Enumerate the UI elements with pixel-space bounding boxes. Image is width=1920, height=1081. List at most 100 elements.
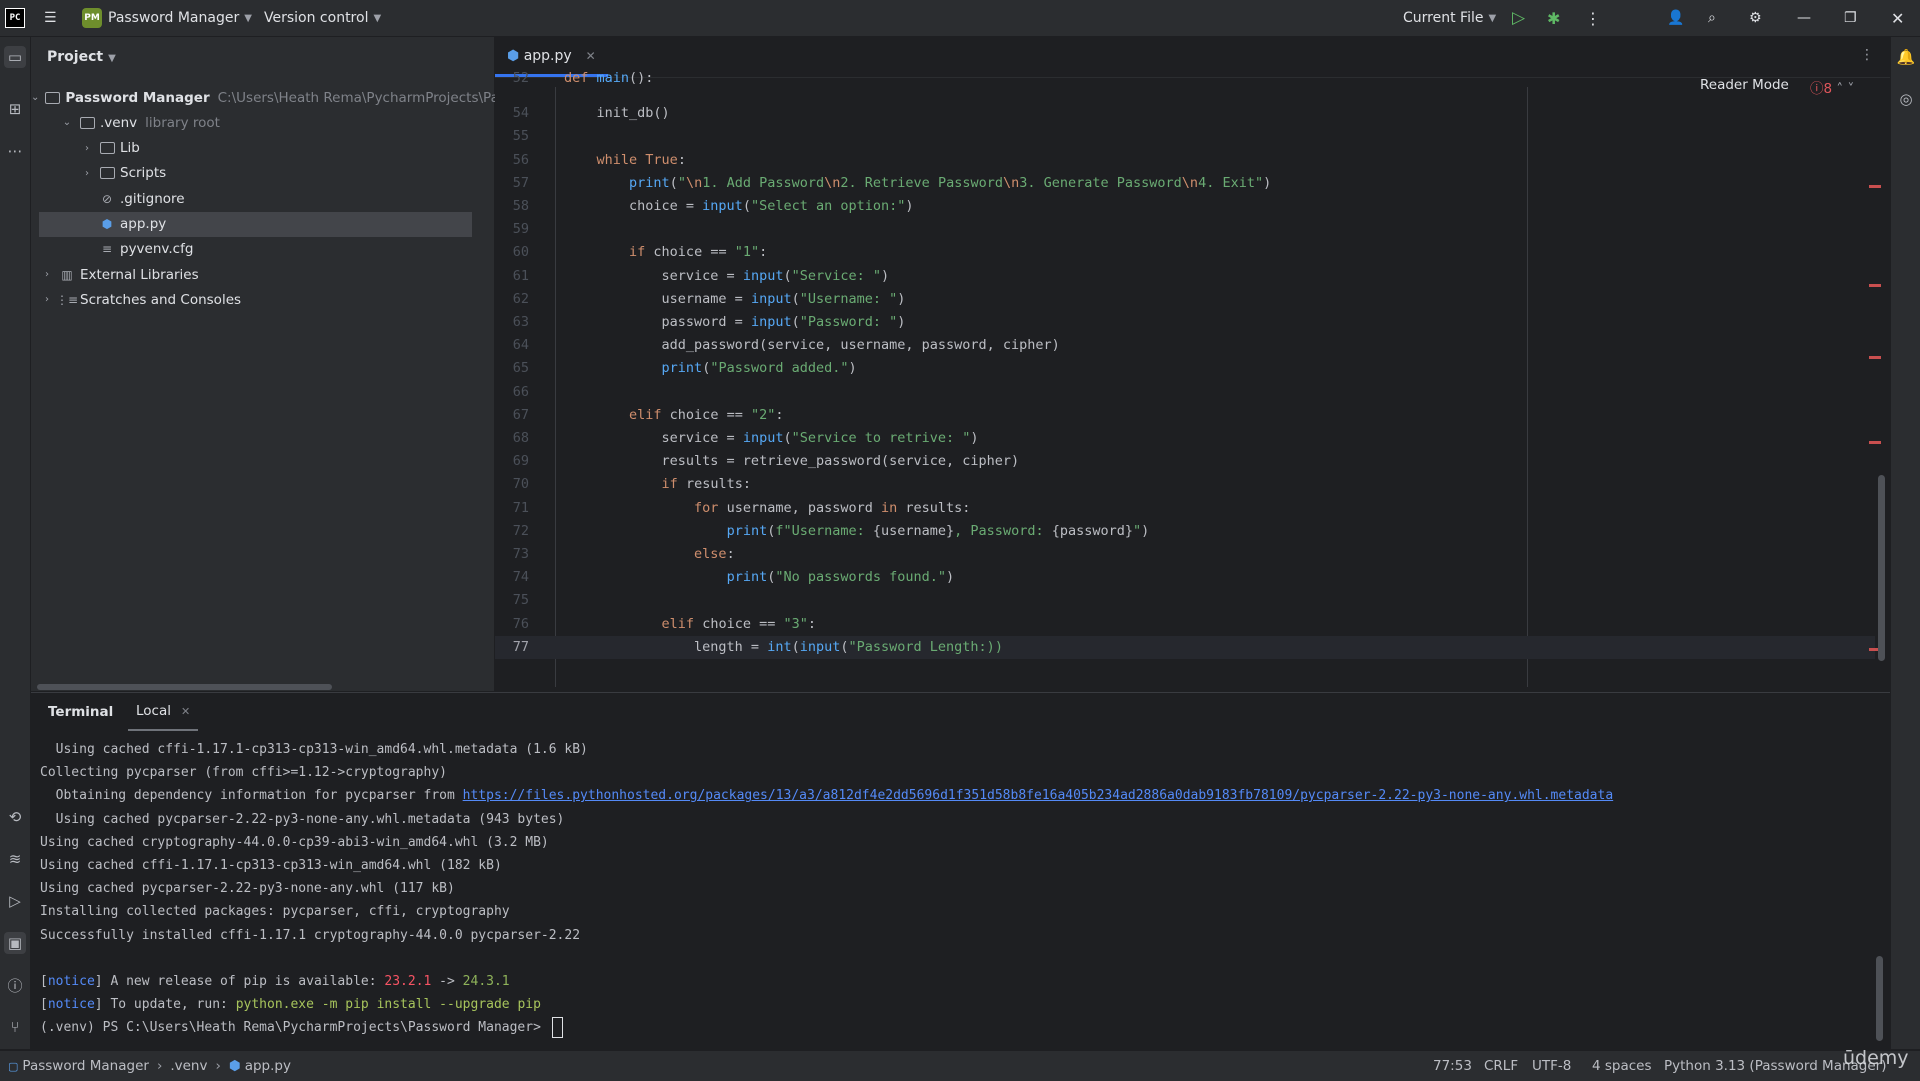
hamburger-menu-icon[interactable]: ☰ [44, 0, 57, 36]
add-user-icon[interactable]: 👤 [1667, 0, 1684, 36]
error-stripe-mark[interactable] [1869, 185, 1881, 188]
line-number: 60 [512, 244, 529, 261]
terminal-title[interactable]: Terminal [48, 693, 113, 731]
tree-item[interactable]: › Scripts [31, 161, 494, 186]
structure-tool-icon[interactable]: ⊞ [4, 98, 26, 120]
indent-setting[interactable]: 4 spaces [1592, 1051, 1652, 1081]
project-panel-title[interactable]: Project ▼ [47, 49, 116, 65]
code-line[interactable]: 67 elif choice == "2": [495, 404, 1875, 427]
minimize-icon[interactable]: — [1797, 0, 1811, 36]
caret-position[interactable]: 77:53 [1433, 1051, 1472, 1081]
code-line[interactable]: 77 length = int(input("Password Length:)… [495, 635, 1875, 659]
file-encoding[interactable]: UTF-8 [1532, 1051, 1571, 1081]
tree-item[interactable]: › Lib [31, 136, 494, 161]
breadcrumb-file[interactable]: app.py [245, 1058, 291, 1074]
settings-icon[interactable]: ⚙ [1749, 0, 1762, 36]
tab-local[interactable]: Local ✕ [128, 693, 199, 731]
tree-item[interactable]: ⌄ Password Manager C:\Users\Heath Rema\Pyc… [31, 85, 513, 110]
line-number: 69 [512, 453, 529, 470]
notifications-icon[interactable]: 🔔 [1895, 46, 1917, 68]
terminal-tool-icon[interactable]: ▣ [4, 932, 26, 954]
debug-icon[interactable]: ✱ [1547, 0, 1560, 36]
breadcrumb-venv[interactable]: .venv [170, 1058, 207, 1074]
run-icon[interactable]: ▷ [1512, 0, 1525, 36]
tree-item-path: C:\Users\Heath Rema\PycharmProjects\Pass [217, 89, 513, 106]
services-icon[interactable]: ▷ [4, 890, 26, 912]
app-logo[interactable]: PC [5, 0, 25, 36]
code-line[interactable]: 62 username = input("Username: ") [495, 288, 1875, 311]
vcs-menu[interactable]: Version control ▼ [264, 0, 381, 36]
line-number: 57 [512, 174, 529, 191]
code-line[interactable]: 72 print(f"Username: {username}, Passwor… [495, 520, 1875, 543]
tree-item[interactable]: ≡ pyvenv.cfg [31, 237, 494, 262]
code-text: init_db() [564, 105, 670, 122]
code-line[interactable]: 55 [495, 125, 1875, 148]
code-line[interactable]: 58 choice = input("Select an option:") [495, 195, 1875, 218]
problems-icon[interactable]: ⓘ [4, 974, 26, 996]
project-switcher[interactable]: PM Password Manager ▼ [82, 0, 252, 36]
horizontal-scrollbar[interactable] [37, 684, 332, 690]
left-tool-strip: ▭ ⊞ ⋯ ⟲ ≋ ▷ ▣ ⓘ ⑂ [0, 37, 31, 1049]
code-text: def main(): [564, 70, 654, 86]
layers-icon[interactable]: ≋ [4, 848, 26, 870]
code-line[interactable]: 61 service = input("Service: ") [495, 265, 1875, 288]
terminal-vertical-scrollbar[interactable] [1876, 956, 1883, 1041]
code-line[interactable]: 75 [495, 589, 1875, 612]
code-line[interactable]: 73 else: [495, 543, 1875, 566]
code-line[interactable]: 74 print("No passwords found.") [495, 566, 1875, 589]
terminal-line: Successfully installed cffi-1.17.1 crypt… [40, 927, 581, 943]
project-tool-icon[interactable]: ▭ [4, 46, 26, 68]
close-icon[interactable]: ✕ [1891, 0, 1904, 36]
code-line[interactable]: 68 service = input("Service to retrive: … [495, 427, 1875, 450]
run-config-selector[interactable]: Current File ▼ [1403, 0, 1496, 36]
code-line[interactable]: 64 add_password(service, username, passw… [495, 334, 1875, 357]
tree-item[interactable]: ⬢ app.py [39, 211, 472, 237]
error-stripe-mark[interactable] [1869, 441, 1881, 444]
line-number: 64 [512, 337, 529, 354]
code-line[interactable]: 70 if results: [495, 473, 1875, 496]
code-line[interactable]: 60 if choice == "1": [495, 241, 1875, 264]
chevron-right-icon[interactable]: › [41, 294, 53, 305]
code-line[interactable]: 69 results = retrieve_password(service, … [495, 450, 1875, 473]
code-line[interactable]: 71 for username, password in results: [495, 497, 1875, 520]
error-stripe-mark[interactable] [1869, 284, 1881, 287]
ai-assistant-icon[interactable]: ◎ [1895, 88, 1917, 110]
maximize-icon[interactable]: ❐ [1844, 0, 1857, 36]
line-separator[interactable]: CRLF [1484, 1051, 1518, 1081]
more-tools-icon[interactable]: ⋯ [4, 140, 26, 162]
more-vertical-icon[interactable]: ⋮ [1585, 0, 1601, 36]
code-line[interactable]: 52 def main(): [495, 67, 1875, 90]
code-line[interactable]: 57 print("\n1. Add Password\n2. Retrieve… [495, 172, 1875, 195]
close-tab-icon[interactable]: ✕ [586, 49, 596, 63]
editor-vertical-scrollbar[interactable] [1878, 475, 1885, 661]
code-line[interactable]: 56 while True: [495, 149, 1875, 172]
status-bar: ▢ Password Manager › .venv › ⬢ app.py 77… [0, 1050, 1920, 1081]
tree-item[interactable]: › ⋮≡ Scratches and Consoles [31, 287, 494, 312]
chevron-right-icon[interactable]: › [81, 143, 93, 154]
code-line[interactable]: 66 [495, 381, 1875, 404]
code-line[interactable]: 63 password = input("Password: ") [495, 311, 1875, 334]
tree-item[interactable]: ⌄ .venv library root [31, 110, 494, 135]
git-icon[interactable]: ⑂ [4, 1016, 26, 1038]
search-icon[interactable]: ⌕ [1708, 0, 1716, 36]
chevron-right-icon[interactable]: › [81, 168, 93, 179]
python-file-icon: ⬢ [507, 47, 520, 64]
code-line[interactable]: 54 init_db() [495, 102, 1875, 125]
line-number: 55 [512, 128, 529, 145]
tree-item[interactable]: ⊘ .gitignore [31, 186, 494, 211]
error-stripe-mark[interactable] [1869, 356, 1881, 359]
python-packages-icon[interactable]: ⟲ [4, 806, 26, 828]
chevron-down-icon[interactable]: ⌄ [61, 117, 73, 128]
tree-item[interactable]: › ▥ External Libraries [31, 262, 494, 287]
line-number: 72 [512, 522, 529, 539]
line-number: 54 [512, 105, 529, 122]
chevron-right-icon[interactable]: › [41, 269, 53, 280]
code-line[interactable]: 59 [495, 218, 1875, 241]
editor-options-icon[interactable]: ⋮ [1860, 47, 1874, 63]
terminal-line: Obtaining dependency information for pyc… [40, 788, 1614, 804]
chevron-down-icon[interactable]: ⌄ [31, 92, 39, 103]
breadcrumb-project[interactable]: Password Manager [22, 1058, 149, 1074]
code-line[interactable]: 76 elif choice == "3": [495, 613, 1875, 636]
close-tab-icon[interactable]: ✕ [181, 705, 190, 718]
code-line[interactable]: 65 print("Password added.") [495, 357, 1875, 380]
